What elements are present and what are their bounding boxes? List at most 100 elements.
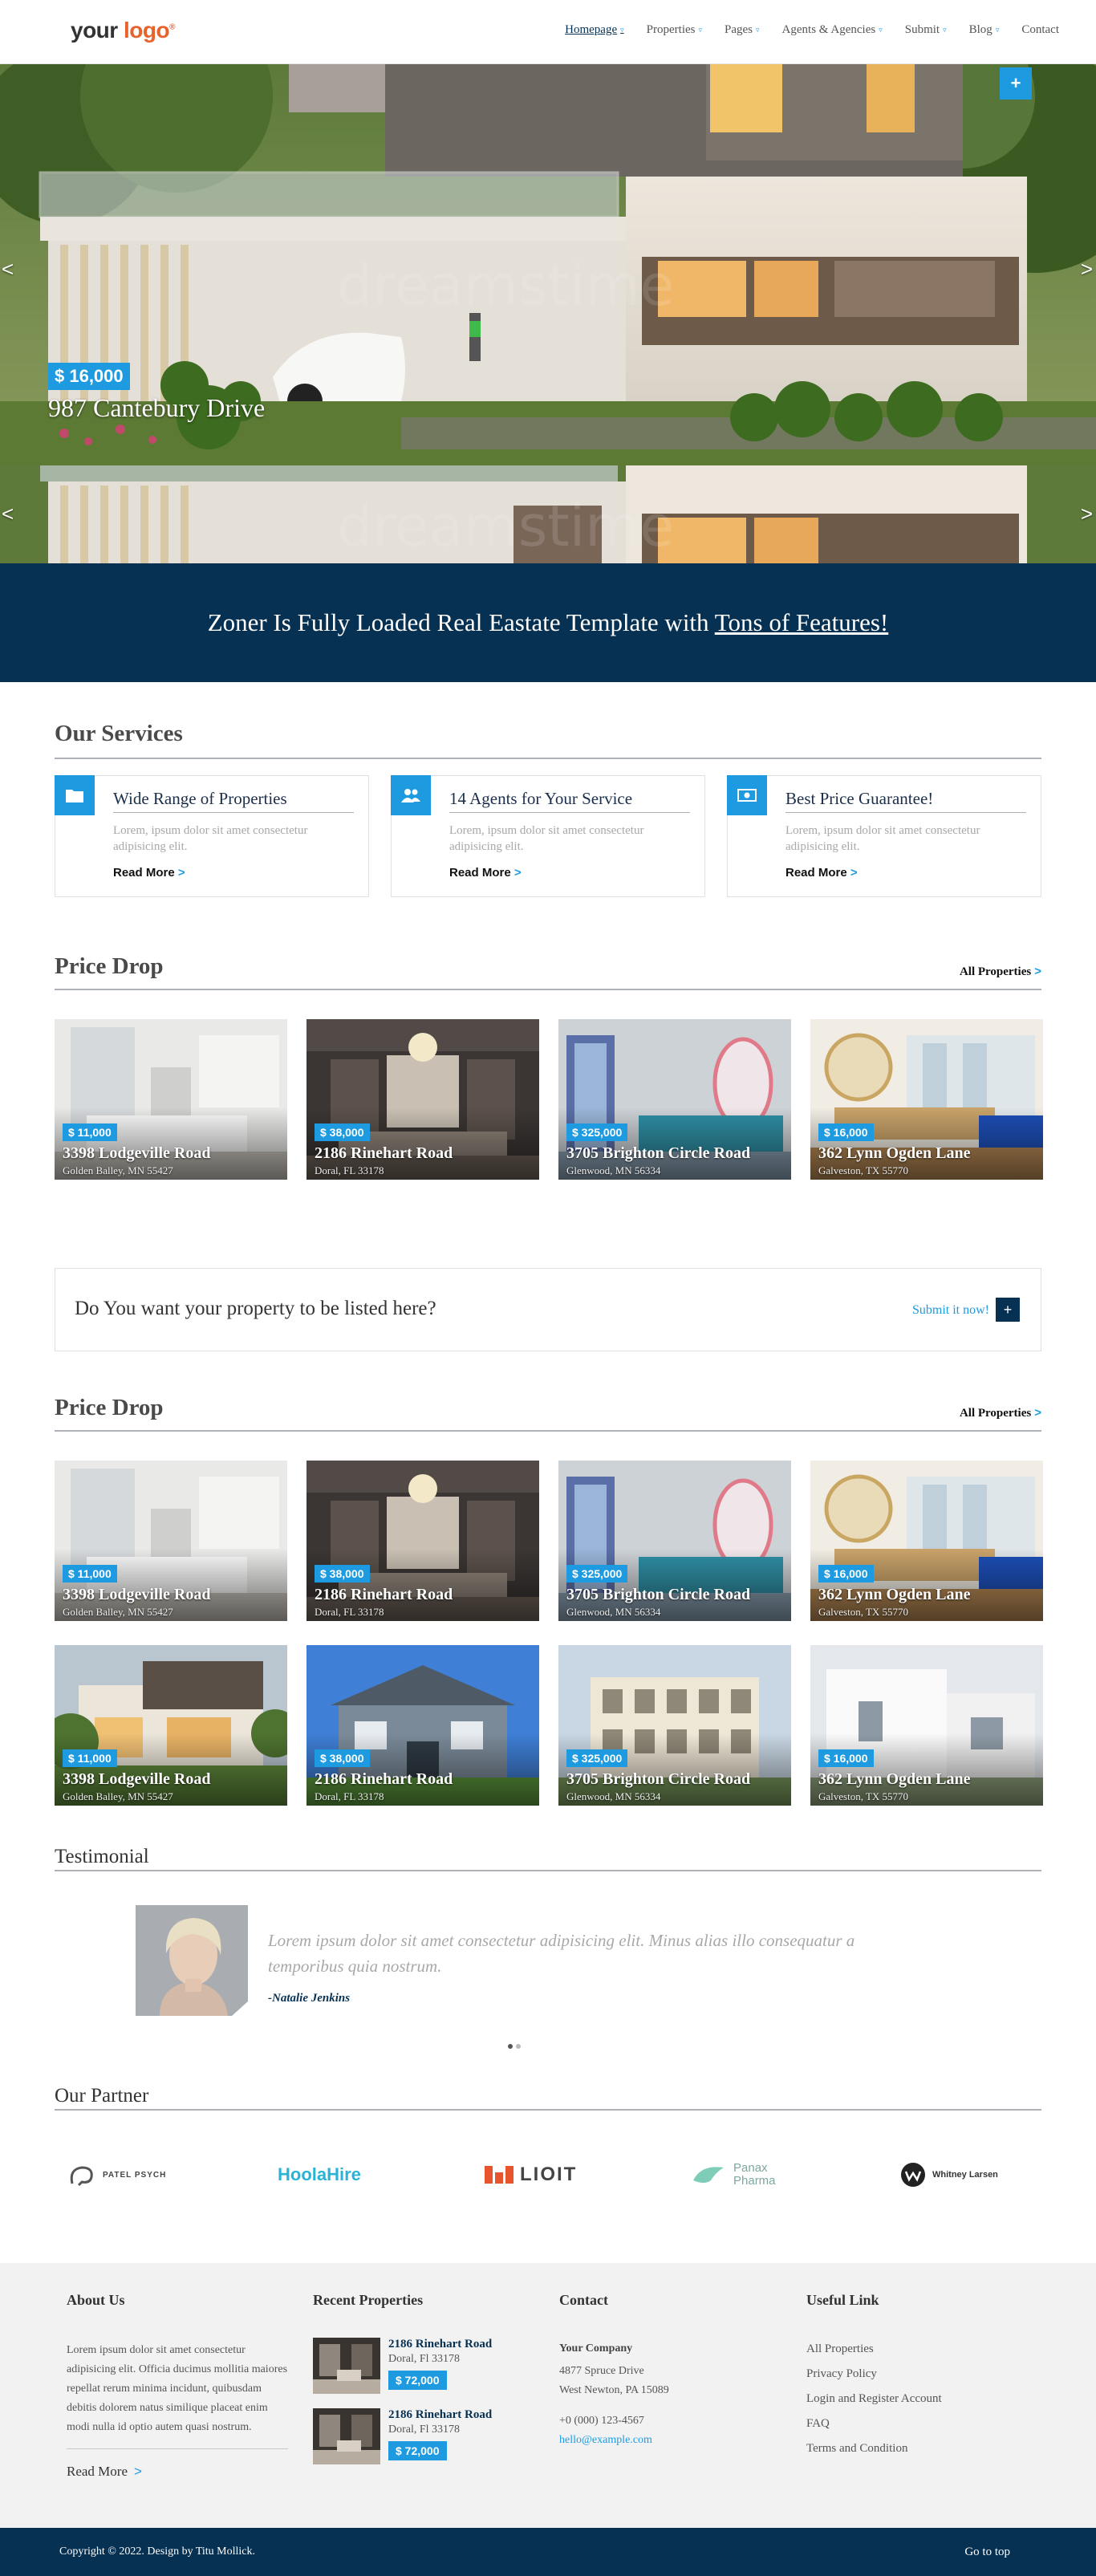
banner-features-link[interactable]: Tons of Features! [715, 608, 889, 636]
property-card[interactable]: $ 38,000 2186 Rinehart Road Doral, FL 3317… [306, 1645, 539, 1806]
property-name[interactable]: 2186 Rinehart Road [315, 1144, 453, 1163]
contact-address-line1: 4877 Spruce Drive [559, 2365, 644, 2377]
partner-name: Panax Pharma [733, 2161, 776, 2188]
contact-phone[interactable]: +0 (000) 123-4567 [559, 2411, 792, 2431]
property-card[interactable]: $ 38,000 2186 Rinehart Road Doral, FL 3317… [306, 1461, 539, 1621]
footer-link-terms[interactable]: Terms and Condition [806, 2442, 1031, 2456]
partner-logo-hoolahire[interactable]: HoolaHire [278, 2159, 361, 2191]
all-properties-link[interactable]: All Properties > [960, 965, 1041, 979]
contact-address-line2: West Newton, PA 15089 [559, 2384, 669, 2396]
property-name[interactable]: 3705 Brighton Circle Road [566, 1144, 750, 1163]
contact-email-link[interactable]: hello@example.com [559, 2431, 792, 2450]
partner-name: LIOIT [520, 2164, 578, 2185]
property-name[interactable]: 3398 Lodgeville Road [63, 1586, 210, 1604]
property-card[interactable]: $ 16,000 362 Lynn Ogden Lane Galveston, TX… [810, 1645, 1043, 1806]
testimonial-section-title: Testimonial [55, 1846, 1041, 1871]
slider-next-arrow[interactable]: > [1081, 502, 1093, 526]
recent-property-thumbnail[interactable] [313, 2338, 380, 2394]
nav-label: Pages [725, 23, 753, 36]
service-read-more-link[interactable]: Read More > [113, 866, 185, 880]
chevron-right-icon: > [1034, 1406, 1041, 1420]
price-drop-section-title: Price Drop All Properties > [55, 1395, 1041, 1432]
footer-read-more-link[interactable]: Read More > [67, 2464, 291, 2480]
service-read-more-link[interactable]: Read More > [785, 866, 858, 880]
footer-link-faq[interactable]: FAQ [806, 2417, 1031, 2431]
nav-item-submit[interactable]: Submit ▿ [905, 23, 947, 37]
nav-item-pages[interactable]: Pages ▿ [725, 23, 760, 37]
hero-address[interactable]: 987 Cantebury Drive [48, 393, 265, 423]
services-section-title: Our Services [55, 721, 1041, 759]
property-price-badge: $ 325,000 [566, 1123, 628, 1141]
service-title: Best Price Guarantee! [785, 789, 1026, 813]
property-name[interactable]: 2186 Rinehart Road [315, 1586, 453, 1604]
recent-property[interactable]: 2186 Rinehart Road Doral, Fl 33178 $ 72,… [313, 2338, 546, 2394]
slider-prev-arrow[interactable]: < [2, 502, 14, 526]
footer-link-privacy-policy[interactable]: Privacy Policy [806, 2367, 1031, 2381]
property-card[interactable]: $ 11,000 3398 Lodgeville Road Golden Balle… [55, 1461, 287, 1621]
property-name[interactable]: 3398 Lodgeville Road [63, 1144, 210, 1163]
service-title: Wide Range of Properties [113, 789, 354, 813]
footer-link-all-properties[interactable]: All Properties [806, 2342, 1031, 2356]
slider-next-arrow[interactable]: > [1081, 257, 1093, 282]
nav-item-contact[interactable]: Contact [1021, 23, 1059, 37]
site-logo[interactable]: your logo® [71, 18, 175, 43]
property-name[interactable]: 3705 Brighton Circle Road [566, 1586, 750, 1604]
footer-about: About Us Lorem ipsum dolor sit amet cons… [67, 2292, 291, 2480]
property-name[interactable]: 362 Lynn Ogden Lane [818, 1144, 971, 1163]
partner-logo-lioit[interactable]: LIOIT [485, 2159, 577, 2191]
property-name[interactable]: 3398 Lodgeville Road [63, 1770, 210, 1789]
property-name[interactable]: 362 Lynn Ogden Lane [818, 1770, 971, 1789]
pagination-dot[interactable] [508, 2044, 513, 2049]
footer-link-login-register[interactable]: Login and Register Account [806, 2392, 1031, 2406]
property-card[interactable]: $ 325,000 3705 Brighton Circle Road Glenwo… [558, 1461, 791, 1621]
banner-text: Zoner Is Fully Loaded Real Eastate Templ… [207, 608, 715, 636]
hero-slide-next-image: dreamstime < > [0, 465, 1096, 563]
submit-property-link[interactable]: Submit it now! [912, 1303, 989, 1318]
service-read-more-link[interactable]: Read More > [449, 866, 522, 880]
testimonial-quote: Lorem ipsum dolor sit amet consectetur a… [268, 1931, 855, 1976]
cta-question: Do You want your property to be listed h… [75, 1298, 436, 1319]
partner-logo-patel-psych[interactable]: PATEL PSYCH [67, 2159, 166, 2191]
recent-property-name[interactable]: 2186 Rinehart Road [388, 2408, 492, 2422]
all-properties-link[interactable]: All Properties > [960, 1406, 1041, 1420]
partners-section-title: Our Partner [55, 2085, 1041, 2111]
chevron-right-icon: > [134, 2464, 142, 2479]
read-more-label: Read More [785, 866, 847, 880]
property-price-badge: $ 11,000 [63, 1565, 117, 1583]
property-card[interactable]: $ 16,000 362 Lynn Ogden Lane Galveston, TX… [810, 1461, 1043, 1621]
partner-logo-panax-pharma[interactable]: Panax Pharma [692, 2159, 798, 2191]
recent-property-name[interactable]: 2186 Rinehart Road [388, 2338, 492, 2351]
recent-property-location: Doral, Fl 33178 [388, 2353, 461, 2365]
property-location: Golden Balley, MN 55427 [63, 1164, 173, 1176]
property-name[interactable]: 2186 Rinehart Road [315, 1770, 453, 1789]
slider-prev-arrow[interactable]: < [2, 257, 14, 282]
nav-item-homepage[interactable]: Homepage ▿ [565, 23, 624, 37]
nav-item-agents[interactable]: Agents & Agencies ▿ [782, 23, 883, 37]
chevron-down-icon: ▿ [879, 26, 883, 34]
property-card[interactable]: $ 38,000 2186 Rinehart Road Doral, FL 3317… [306, 1019, 539, 1180]
property-location: Galveston, TX 55770 [818, 1790, 909, 1802]
recent-property-thumbnail[interactable] [313, 2408, 380, 2464]
section-title-text: Price Drop [55, 1395, 164, 1420]
property-card[interactable]: $ 325,000 3705 Brighton Circle Road Glenwo… [558, 1645, 791, 1806]
testimonial-avatar [136, 1905, 248, 2016]
logo-text: your [71, 18, 124, 43]
property-name[interactable]: 3705 Brighton Circle Road [566, 1770, 750, 1789]
property-card[interactable]: $ 16,000 362 Lynn Ogden Lane Galveston, TX… [810, 1019, 1043, 1180]
hero-plus-button[interactable]: + [1000, 67, 1032, 100]
go-to-top-link[interactable]: Go to top [964, 2546, 1010, 2559]
nav-item-properties[interactable]: Properties ▿ [647, 23, 702, 37]
partner-logo-whitney-larsen[interactable]: Whitney Larsen [900, 2159, 998, 2191]
property-card[interactable]: $ 325,000 3705 Brighton Circle Road Glenwo… [558, 1019, 791, 1180]
nav-label: Contact [1021, 23, 1059, 36]
nav-item-blog[interactable]: Blog ▿ [969, 23, 1000, 37]
property-card[interactable]: $ 11,000 3398 Lodgeville Road Golden Balle… [55, 1019, 287, 1180]
service-card: Best Price Guarantee! Lorem, ipsum dolor… [727, 775, 1041, 897]
pagination-dot[interactable] [516, 2044, 521, 2049]
property-card[interactable]: $ 11,000 3398 Lodgeville Road Golden Balle… [55, 1645, 287, 1806]
property-name[interactable]: 362 Lynn Ogden Lane [818, 1586, 971, 1604]
property-price-badge: $ 16,000 [818, 1749, 874, 1767]
recent-property[interactable]: 2186 Rinehart Road Doral, Fl 33178 $ 72,… [313, 2408, 546, 2464]
submit-plus-button[interactable]: + [996, 1298, 1020, 1322]
nav-label: Homepage [565, 23, 618, 36]
